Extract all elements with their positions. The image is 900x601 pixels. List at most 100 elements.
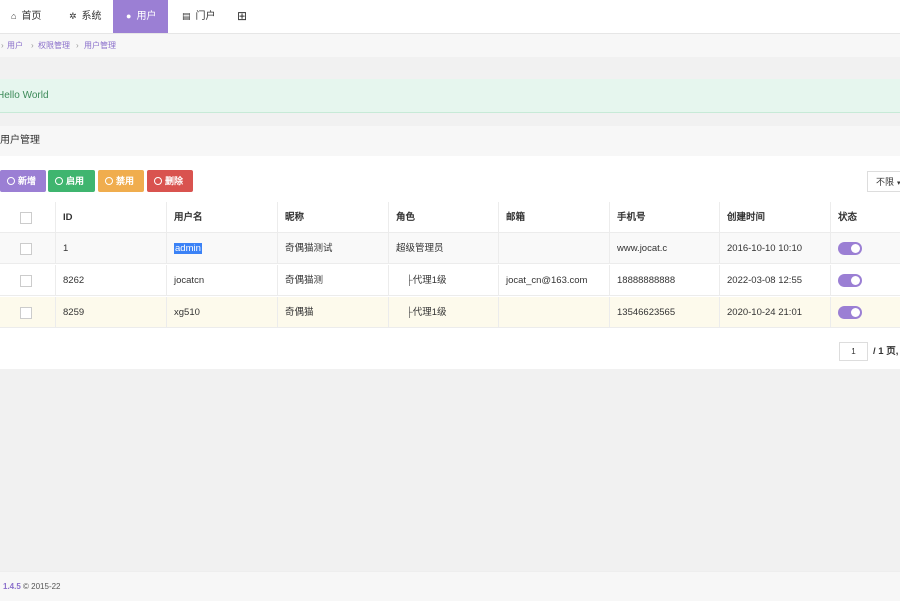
column-header[interactable]: 创建时间 [720, 202, 831, 233]
copyright-text: © 2015-22 [23, 582, 61, 591]
column-header[interactable]: 角色 [389, 202, 499, 233]
nav-item-system[interactable]: ✲ 系统 [57, 0, 111, 33]
select-all-cell [0, 202, 56, 233]
cell-nickname: 奇偶猫测 [278, 265, 389, 296]
user-icon: ● [126, 11, 132, 21]
selected-text: admin [174, 243, 202, 254]
role-text: 代理1级 [412, 307, 447, 318]
status-toggle[interactable] [838, 273, 862, 287]
row-checkbox[interactable] [20, 243, 32, 255]
cell-role: 超级管理员 [389, 233, 499, 264]
filter-dropdown[interactable]: 不限 ▾ [867, 171, 900, 192]
toggle-knob [851, 275, 860, 285]
page-total-label: / 1 页, [873, 346, 899, 357]
portal-icon: ▤ [182, 11, 191, 21]
cell-username: admin [167, 233, 278, 264]
grid-icon: ⊞ [237, 9, 248, 23]
cell-status [831, 265, 900, 296]
disable-button[interactable]: 禁用 [98, 170, 144, 192]
breadcrumb-separator: › [76, 41, 79, 50]
cell-phone: www.jocat.c [610, 233, 720, 264]
add-button-label: 新增 [18, 176, 37, 186]
times-circle-icon [154, 177, 162, 185]
row-select-cell [0, 265, 56, 296]
cell-status [831, 297, 900, 328]
cell-email [499, 233, 610, 264]
cell-username: xg510 [167, 297, 278, 328]
breadcrumb: › 用户 › 权限管理 › 用户管理 [0, 34, 900, 57]
column-header[interactable]: 状态 [831, 202, 900, 233]
toggle-knob [851, 307, 860, 317]
disable-button-label: 禁用 [116, 176, 135, 186]
column-header[interactable]: 昵称 [278, 202, 389, 233]
gear-icon: ✲ [69, 11, 77, 21]
cell-created: 2022-03-08 12:55 [720, 265, 831, 296]
breadcrumb-separator: › [31, 41, 34, 50]
cell-nickname: 奇偶猫 [278, 297, 389, 328]
row-checkbox[interactable] [20, 307, 32, 319]
select-all-checkbox[interactable] [20, 212, 32, 224]
version-label: 1.4.5 [3, 582, 21, 591]
plus-circle-icon [7, 177, 15, 185]
breadcrumb-item[interactable]: 用户 [7, 34, 23, 57]
table-row[interactable]: 1 admin 奇偶猫测试 超级管理员 www.jocat.c 2016-10-… [0, 233, 900, 264]
page-number-input[interactable]: 1 [839, 342, 868, 361]
cell-id: 1 [56, 233, 167, 264]
footer: 1.4.5 © 2015-22 [0, 571, 900, 601]
cell-nickname: 奇偶猫测试 [278, 233, 389, 264]
breadcrumb-item[interactable]: 权限管理 [38, 34, 70, 57]
cell-id: 8259 [56, 297, 167, 328]
grid-menu-button[interactable]: ⊞ [228, 0, 258, 33]
cell-role: ├代理1级 [389, 297, 499, 328]
status-toggle[interactable] [838, 241, 862, 255]
breadcrumb-item[interactable]: 用户管理 [84, 34, 116, 57]
toggle-knob [851, 243, 860, 253]
nav-item-home[interactable]: ⌂ 首页 [0, 0, 54, 33]
column-header[interactable]: 邮箱 [499, 202, 610, 233]
cell-email [499, 297, 610, 328]
table-row[interactable]: 8259 xg510 奇偶猫 ├代理1级 13546623565 2020-10… [0, 297, 900, 328]
column-header[interactable]: 手机号 [610, 202, 720, 233]
enable-button[interactable]: 启用 [48, 170, 95, 192]
check-circle-icon [55, 177, 63, 185]
cell-email: jocat_cn@163.com [499, 265, 610, 296]
nav-item-portal[interactable]: ▤ 门户 [170, 0, 226, 33]
table-header-row: ID 用户名 昵称 角色 邮箱 手机号 创建时间 状态 [0, 202, 900, 233]
cell-created: 2016-10-10 10:10 [720, 233, 831, 264]
cell-phone: 18888888888 [610, 265, 720, 296]
ban-icon [105, 177, 113, 185]
cell-role: ├代理1级 [389, 265, 499, 296]
nav-item-label: 首页 [21, 11, 42, 22]
alert-message: Hello World [0, 79, 900, 113]
nav-item-label: 用户 [136, 11, 157, 22]
delete-button-label: 删除 [165, 176, 184, 186]
panel-header: 用户管理 [0, 126, 900, 156]
row-select-cell [0, 233, 56, 264]
tree-indent-icon: ├ [406, 307, 413, 318]
role-text: 代理1级 [412, 275, 447, 286]
delete-button[interactable]: 删除 [147, 170, 193, 192]
alert-text: Hello World [0, 90, 49, 101]
nav-item-label: 系统 [81, 11, 102, 22]
status-toggle[interactable] [838, 305, 862, 319]
cell-username: jocatcn [167, 265, 278, 296]
top-nav: ⌂ 首页 ✲ 系统 ● 用户 ▤ 门户 ⊞ [0, 0, 900, 34]
cell-id: 8262 [56, 265, 167, 296]
home-icon: ⌂ [11, 11, 17, 21]
cell-phone: 13546623565 [610, 297, 720, 328]
nav-item-label: 门户 [195, 11, 216, 22]
row-checkbox[interactable] [20, 275, 32, 287]
panel-title: 用户管理 [0, 135, 40, 146]
breadcrumb-separator: › [1, 41, 4, 50]
row-select-cell [0, 297, 56, 328]
table-row[interactable]: 8262 jocatcn 奇偶猫测 ├代理1级 jocat_cn@163.com… [0, 265, 900, 296]
add-button[interactable]: 新增 [0, 170, 46, 192]
cell-status [831, 233, 900, 264]
enable-button-label: 启用 [66, 176, 85, 186]
tree-indent-icon: ├ [406, 275, 413, 286]
column-header[interactable]: 用户名 [167, 202, 278, 233]
filter-dropdown-value: 不限 [876, 177, 895, 187]
nav-item-user[interactable]: ● 用户 [113, 0, 168, 33]
cell-created: 2020-10-24 21:01 [720, 297, 831, 328]
column-header[interactable]: ID [56, 202, 167, 233]
